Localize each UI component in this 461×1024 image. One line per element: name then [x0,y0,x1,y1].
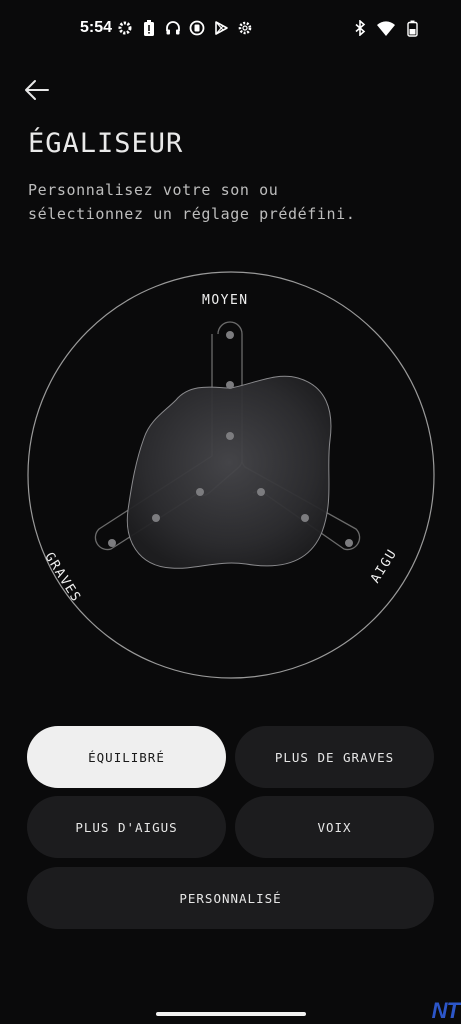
bluetooth-icon [351,19,369,37]
bass-dot [196,488,204,496]
home-indicator[interactable] [156,1012,306,1016]
subtitle-line: sélectionnez un réglage prédéfini. [28,205,356,223]
equalizer-control[interactable]: MOYEN GRAVES AIGU [26,270,436,680]
preset-more-bass-button[interactable]: PLUS DE GRAVES [235,726,434,788]
status-time: 5:54 [80,19,113,36]
bass-dot [108,539,116,547]
preset-balanced-button[interactable]: ÉQUILIBRÉ [27,726,226,788]
mid-dot [226,432,234,440]
play-store-icon [212,19,230,37]
settings-icon [116,19,134,37]
equalizer-shape [126,375,332,569]
alert-battery-icon [140,19,158,37]
preset-label: PLUS DE GRAVES [274,749,395,765]
arrow-left-icon [25,80,49,100]
notification-icons [116,19,254,37]
preset-custom-button[interactable]: PERSONNALISÉ [27,867,434,929]
system-icons [351,19,421,37]
mid-label: MOYEN [202,293,249,308]
app-shield-icon [188,19,206,37]
preset-label: PLUS D'AIGUS [75,819,178,835]
equalizer-graphic[interactable] [26,270,436,680]
subtitle-line: Personnalisez votre son ou [28,181,279,199]
preset-label: PERSONNALISÉ [179,890,282,906]
wifi-icon [377,19,395,37]
headphones-icon [164,19,182,37]
back-button[interactable] [22,76,52,104]
mid-dot [226,381,234,389]
battery-icon [403,19,421,37]
page-subtitle: Personnalisez votre son ou sélectionnez … [28,178,438,226]
treble-dot [301,514,309,522]
bass-dot [152,514,160,522]
treble-dot [257,488,265,496]
page-title: ÉGALISEUR [28,128,184,159]
status-bar: 5:54 [0,0,461,58]
settings-icon [236,19,254,37]
treble-dot [345,539,353,547]
watermark-logo: NT [431,998,460,1023]
preset-more-treble-button[interactable]: PLUS D'AIGUS [27,796,226,858]
mid-dot [226,331,234,339]
preset-voice-button[interactable]: VOIX [235,796,434,858]
preset-label: ÉQUILIBRÉ [88,749,165,765]
preset-label: VOIX [317,819,352,835]
